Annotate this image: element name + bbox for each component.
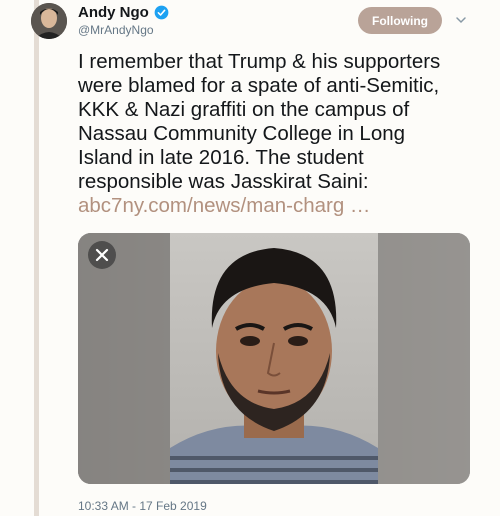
tweet-text: I remember that Trump & his supporters w… bbox=[78, 50, 488, 218]
profile-photo bbox=[31, 3, 67, 39]
tweet-line: Island in late 2016. The student bbox=[78, 146, 364, 169]
tweet-line: were blamed for a spate of anti-Semitic, bbox=[78, 74, 440, 97]
verified-badge-icon bbox=[154, 5, 169, 20]
close-icon bbox=[95, 248, 109, 262]
tweet-link[interactable]: abc7ny.com/news/man-charg … bbox=[78, 194, 488, 218]
tweet-line: I remember that Trump & his supporters bbox=[78, 50, 441, 73]
following-button[interactable]: Following bbox=[358, 7, 442, 34]
avatar[interactable] bbox=[31, 3, 67, 39]
author-name[interactable]: Andy Ngo bbox=[78, 4, 149, 21]
mugshot-photo bbox=[78, 233, 470, 484]
author-row: Andy Ngo bbox=[78, 4, 169, 21]
tweet-media[interactable] bbox=[78, 233, 470, 484]
tweet-timestamp[interactable]: 10:33 AM - 17 Feb 2019 bbox=[78, 499, 207, 513]
close-media-button[interactable] bbox=[88, 241, 116, 269]
tweet-line: Nassau Community College in Long bbox=[78, 122, 406, 145]
chevron-down-icon[interactable] bbox=[455, 14, 467, 26]
tweet-line: responsible was Jasskirat Saini: bbox=[78, 170, 369, 193]
thread-bar bbox=[34, 0, 39, 516]
author-handle[interactable]: @MrAndyNgo bbox=[78, 23, 154, 37]
tweet-line: KKK & Nazi graffiti on the campus of bbox=[78, 98, 410, 121]
